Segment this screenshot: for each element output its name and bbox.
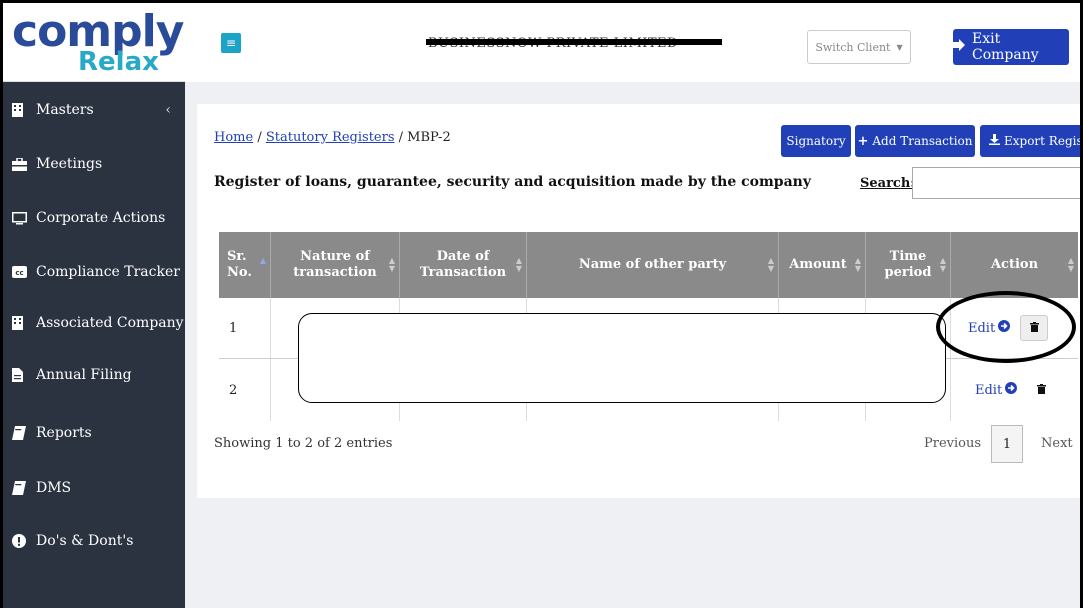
column-header-amount[interactable]: Amount ▲ ▼ [779, 232, 866, 298]
sidebar-item-label: Meetings [36, 156, 103, 172]
sidebar-item-associated-company[interactable]: Associated Company [0, 303, 185, 343]
breadcrumb-separator: / [253, 130, 266, 145]
breadcrumb-registers-link[interactable]: Statutory Registers [266, 130, 395, 145]
monitor-icon [12, 211, 36, 225]
sidebar-item-dms[interactable]: DMS [0, 468, 185, 508]
page-1-button[interactable]: 1 [991, 425, 1023, 463]
add-transaction-button[interactable]: + Add Transaction [855, 125, 975, 157]
add-transaction-label: Add Transaction [872, 134, 973, 148]
redaction-bar [426, 39, 722, 45]
register-title: Register of loans, guarantee, security a… [214, 174, 811, 190]
sidebar-item-corporate-actions[interactable]: Corporate Actions [0, 198, 185, 238]
sort-icon: ▲ ▼ [515, 255, 522, 273]
sidebar-item-label: DMS [36, 480, 72, 496]
logo-sub-text: Relax [78, 47, 159, 77]
previous-page-button[interactable]: Previous [924, 436, 981, 451]
trash-icon [1036, 383, 1046, 398]
signatory-label: Signatory [786, 134, 846, 148]
exit-company-label: Exit Company [972, 31, 1039, 63]
search-label: Search: [860, 176, 916, 191]
column-header-other-party[interactable]: Name of other party ▲ ▼ [527, 232, 779, 298]
switch-client-label: Switch Client [815, 40, 891, 54]
signatory-button[interactable]: Signatory [781, 125, 851, 157]
breadcrumb-current: MBP-2 [407, 130, 451, 145]
breadcrumb-home-link[interactable]: Home [214, 130, 253, 145]
export-register-button[interactable]: Export Register [980, 125, 1083, 157]
column-header-nature[interactable]: Nature of transaction ▲ ▼ [271, 232, 400, 298]
sort-icon: ▲ ▼ [939, 255, 946, 273]
hamburger-menu-button[interactable]: ≡ [221, 33, 241, 53]
plus-icon: + [857, 133, 869, 149]
next-page-button[interactable]: Next [1041, 436, 1073, 451]
briefcase-icon [12, 157, 36, 171]
svg-text:cc: cc [15, 269, 23, 277]
download-icon [989, 134, 1000, 148]
building-icon [12, 316, 36, 330]
column-header-time-period[interactable]: Time period ▲ ▼ [866, 232, 951, 298]
sidebar-item-label: Corporate Actions [36, 210, 166, 226]
chevron-left-icon: ‹ [165, 102, 171, 118]
sidebar-item-reports[interactable]: Reports [0, 413, 185, 453]
sort-icon: ▲ ▼ [854, 255, 861, 273]
arrow-circle-right-icon [1005, 382, 1018, 398]
sidebar: comply Relax Masters ‹ Meetings Corporat… [0, 0, 185, 608]
edit-link[interactable]: Edit [975, 382, 1018, 398]
sidebar-item-dos-and-donts[interactable]: Do's & Dont's [0, 521, 185, 561]
sidebar-item-label: Do's & Dont's [36, 533, 134, 549]
sidebar-item-label: Annual Filing [36, 367, 132, 383]
sidebar-item-meetings[interactable]: Meetings [0, 144, 185, 184]
export-register-label: Export Register [1004, 134, 1083, 148]
cc-icon: cc [12, 266, 36, 278]
file-icon [12, 368, 36, 382]
exit-company-button[interactable]: Exit Company [953, 29, 1069, 65]
sort-icon: ▲ ▼ [388, 255, 395, 273]
breadcrumb: Home / Statutory Registers / MBP-2 [214, 130, 451, 145]
table-info: Showing 1 to 2 of 2 entries [214, 436, 393, 451]
caret-down-icon: ▼ [896, 42, 903, 52]
top-header: ≡ BUSINESSNOW PRIVATE LIMITED Switch Cli… [185, 0, 1083, 82]
sr-no-cell: 2 [219, 359, 271, 421]
sidebar-item-compliance-tracker[interactable]: cc Compliance Tracker [0, 252, 185, 292]
sort-icon: ▲ [259, 255, 266, 265]
switch-client-dropdown[interactable]: Switch Client ▼ [807, 30, 911, 64]
sign-out-icon [953, 39, 966, 55]
building-icon [12, 103, 36, 117]
breadcrumb-separator: / [394, 130, 408, 145]
sr-no-cell: 1 [219, 298, 271, 358]
column-header-action[interactable]: Action ▲ ▼ [951, 232, 1078, 298]
sidebar-item-label: Compliance Tracker [36, 264, 180, 280]
redaction-box [298, 313, 946, 403]
exclamation-icon [12, 534, 36, 548]
book-icon [12, 481, 36, 495]
sidebar-item-label: Associated Company [36, 315, 184, 331]
highlight-circle [936, 291, 1076, 363]
sort-icon: ▲ ▼ [1067, 255, 1074, 273]
sort-icon: ▲ ▼ [767, 255, 774, 273]
table-header: Sr. No. ▲ Nature of transaction ▲ ▼ Date … [219, 232, 1078, 298]
sidebar-item-annual-filing[interactable]: Annual Filing [0, 355, 185, 395]
book-icon [12, 426, 36, 440]
delete-button[interactable] [1027, 377, 1056, 403]
action-cell: Edit [951, 359, 1078, 421]
column-header-date[interactable]: Date of Transaction ▲ ▼ [400, 232, 527, 298]
column-header-sr-no[interactable]: Sr. No. ▲ [219, 232, 271, 298]
sidebar-item-label: Masters [36, 102, 94, 118]
sidebar-item-label: Reports [36, 425, 92, 441]
sidebar-item-masters[interactable]: Masters ‹ [0, 90, 185, 130]
logo[interactable]: comply Relax [0, 0, 185, 82]
search-input[interactable] [912, 167, 1083, 199]
